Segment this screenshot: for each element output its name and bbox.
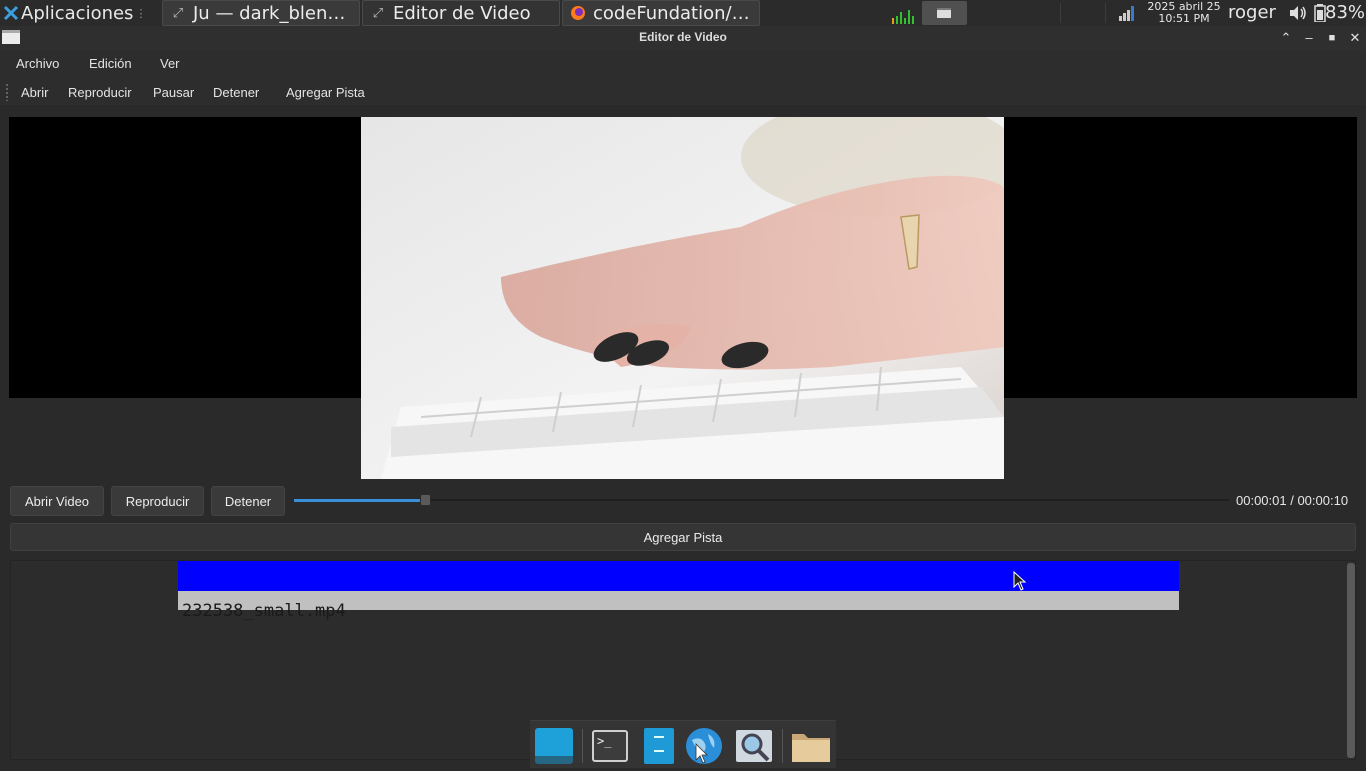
task-button-blender[interactable]: ⤢ Ju — dark_blen…	[162, 0, 360, 26]
seek-slider-progress	[294, 499, 425, 502]
menubar: Archivo Edición Ver	[0, 50, 1366, 77]
toolbar-pause-button[interactable]: Pausar	[153, 85, 194, 100]
panel-separator	[1060, 3, 1061, 23]
toolbar: Abrir Reproducir Pausar Detener Agregar …	[0, 77, 1366, 107]
file-manager-icon[interactable]	[638, 726, 678, 766]
open-video-button[interactable]: Abrir Video	[10, 486, 104, 516]
minimize-icon[interactable]: –	[1300, 29, 1318, 47]
panel-separator	[1105, 3, 1106, 23]
toolbar-grip[interactable]	[5, 83, 9, 101]
dock: >_	[530, 720, 836, 768]
window-icon: ⤢	[172, 5, 184, 21]
battery-percent: 83%	[1325, 2, 1366, 23]
user-menu[interactable]: roger	[1228, 2, 1276, 23]
video-frame-image	[361, 117, 1004, 479]
applications-menu-button[interactable]: Aplicaciones ⋮	[0, 0, 146, 26]
clip-name: 232538_small.mp4	[182, 601, 346, 621]
window-title: Editor de Video	[639, 30, 727, 44]
window-titlebar[interactable]: Editor de Video ⌃ – ■ ✕	[0, 26, 1366, 50]
web-browser-icon[interactable]	[684, 726, 724, 766]
seek-slider[interactable]	[294, 499, 1229, 501]
stop-button[interactable]: Detener	[211, 486, 285, 516]
close-icon[interactable]: ✕	[1346, 29, 1364, 47]
toolbar-play-button[interactable]: Reproducir	[68, 85, 132, 100]
toolbar-open-button[interactable]: Abrir	[21, 85, 48, 100]
time-display: 00:00:01 / 00:00:10	[1236, 493, 1349, 508]
search-icon[interactable]	[734, 726, 774, 766]
workspace-switcher[interactable]	[922, 1, 967, 25]
terminal-icon[interactable]: >_	[590, 726, 630, 766]
mouse-cursor-icon	[1013, 571, 1027, 591]
shade-icon[interactable]: ⌃	[1277, 29, 1295, 47]
add-track-button[interactable]: Agregar Pista	[10, 523, 1356, 551]
dock-separator	[582, 729, 583, 763]
clock-time: 10:51 PM	[1158, 12, 1210, 25]
seek-slider-handle[interactable]	[420, 494, 431, 506]
menu-archivo[interactable]: Archivo	[16, 56, 59, 71]
clock[interactable]: 2025 abril 25 10:51 PM	[1144, 1, 1224, 25]
menu-ver[interactable]: Ver	[160, 56, 180, 71]
show-desktop-icon[interactable]	[534, 726, 574, 766]
maximize-icon[interactable]: ■	[1323, 29, 1341, 47]
toolbar-stop-button[interactable]: Detener	[213, 85, 259, 100]
menu-edicion[interactable]: Edición	[89, 56, 132, 71]
task-button-video-editor[interactable]: ⤢ Editor de Video	[362, 0, 560, 26]
folder-icon[interactable]	[790, 726, 830, 766]
firefox-icon	[571, 6, 585, 20]
top-panel: Aplicaciones ⋮ ⤢ Ju — dark_blen… ⤢ Edito…	[0, 0, 1366, 26]
signal-icon[interactable]	[1118, 5, 1136, 21]
separator-icon: ⋮	[135, 6, 147, 20]
applications-label: Aplicaciones	[21, 2, 134, 24]
xfce-logo-icon	[3, 5, 19, 21]
timeline-track[interactable]	[178, 561, 1179, 591]
toolbar-add-track-button[interactable]: Agregar Pista	[286, 85, 365, 100]
workspace-window-icon	[937, 8, 951, 18]
task-label: Editor de Video	[393, 2, 531, 24]
task-button-firefox[interactable]: codeFundation/…	[562, 0, 760, 26]
timeline-scrollbar[interactable]	[1347, 563, 1355, 758]
task-label: Ju — dark_blen…	[193, 2, 346, 24]
cpu-graph-icon	[892, 10, 914, 24]
task-label: codeFundation/…	[593, 2, 750, 24]
window-icon: ⤢	[372, 5, 384, 21]
video-frame	[361, 117, 1004, 479]
dock-separator	[782, 729, 783, 763]
volume-icon[interactable]	[1288, 5, 1308, 21]
play-button[interactable]: Reproducir	[111, 486, 204, 516]
